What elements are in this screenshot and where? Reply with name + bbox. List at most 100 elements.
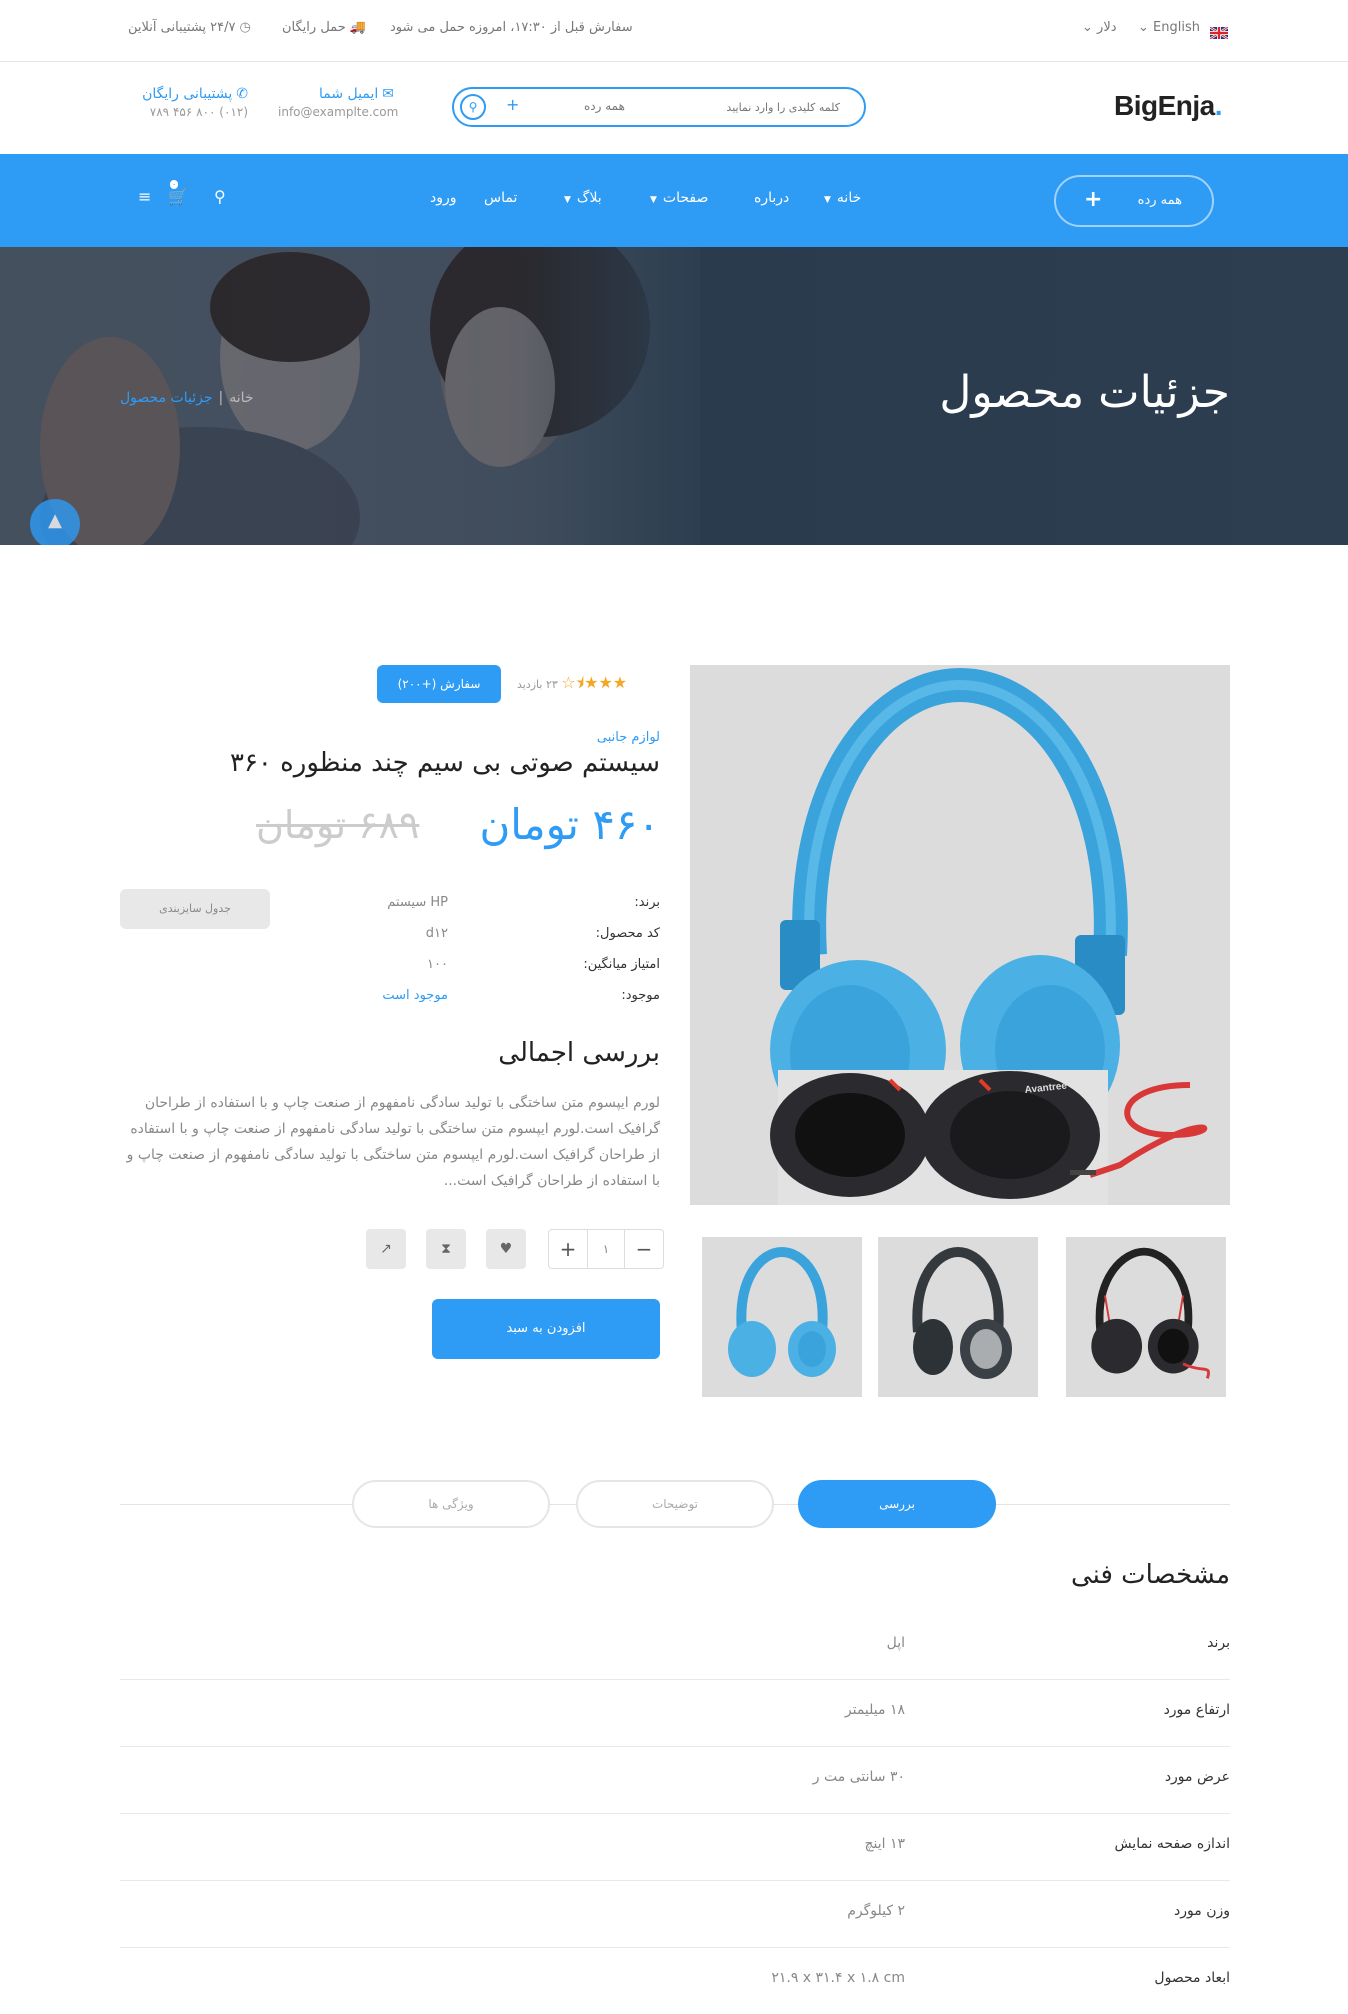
currency-label: دلار (1097, 20, 1117, 35)
nav-item-contact[interactable]: تماس (484, 190, 517, 206)
minus-icon[interactable]: − (625, 1230, 663, 1268)
quantity-value[interactable]: ۱ (587, 1230, 625, 1268)
nav-item-about[interactable]: درباره (754, 190, 789, 206)
spec-label-code: کد محصول: (595, 926, 660, 941)
thumbnail-black-red[interactable] (1066, 1237, 1226, 1397)
wishlist-button[interactable]: ♥ (486, 1229, 526, 1269)
spec-key: اندازه صفحه نمایش (1114, 1836, 1230, 1852)
spec-key: عرض مورد (1164, 1769, 1230, 1785)
language-label: English (1153, 20, 1200, 35)
nav-label: بلاگ (576, 190, 602, 206)
nav-item-login[interactable]: ورود (430, 190, 457, 206)
truck-icon: 🚚 (349, 20, 366, 35)
spec-value: ۱۸ میلیمتر (844, 1702, 905, 1718)
share-button[interactable]: ↗ (366, 1229, 406, 1269)
logo-dot: . (1214, 90, 1223, 121)
spec-value-code: d۱۲ (425, 926, 448, 941)
nav-item-pages[interactable]: ▼ صفحات (650, 190, 708, 206)
spec-label-rating: امتیاز میانگین: (583, 957, 660, 972)
search-input[interactable] (690, 95, 840, 119)
search-button[interactable]: ⚲ (460, 94, 486, 120)
table-row: وزن مورد ۲ کیلوگرم (120, 1881, 1230, 1948)
overview-title: بررسی اجمالی (498, 1038, 660, 1068)
rocket-icon[interactable]: ▲ (30, 499, 80, 545)
nav-label: درباره (754, 190, 790, 206)
chevron-down-icon: ⌄ (1138, 20, 1149, 35)
breadcrumb-current: جزئیات محصول (120, 390, 213, 406)
spec-value-brand: HP سیستم (387, 895, 448, 910)
uk-flag-icon[interactable] (1209, 24, 1229, 40)
search-icon[interactable]: ⚲ (214, 187, 226, 206)
spec-label-brand: برند: (634, 895, 660, 910)
clock-icon: ◷ (239, 20, 251, 35)
table-row: ابعاد محصول ۲۱.۹ x ۳۱.۴ x ۱.۸ cm (120, 1948, 1230, 2014)
search-category-select[interactable]: همه رده (584, 99, 625, 113)
order-count-badge[interactable]: سفارش (+۲۰۰) (377, 665, 501, 703)
table-row: عرض مورد ۳۰ سانتی مت ر (120, 1747, 1230, 1814)
phone-title: پشتیبانی رایگان (142, 86, 233, 102)
phone-value[interactable]: (۰۱۲) ۸۰۰ ۴۵۶ ۷۸۹ (118, 105, 248, 119)
overview-text: لورم ایپسوم متن ساختگی با تولید سادگی نا… (126, 1095, 660, 1189)
chevron-down-icon: ▼ (564, 195, 571, 205)
tab-features[interactable]: ویژگی ها (352, 1480, 550, 1528)
quantity-stepper: + ۱ − (548, 1229, 664, 1269)
breadcrumb-home[interactable]: خانه (229, 390, 253, 406)
all-categories-button[interactable]: همه رده + (1054, 175, 1214, 227)
spec-value: ۳۰ سانتی مت ر (812, 1769, 905, 1785)
page-hero: جزئیات محصول خانه | جزئیات محصول ▲ (0, 247, 1348, 545)
spec-key: ابعاد محصول (1154, 1970, 1230, 1986)
free-shipping-label: حمل رایگان (282, 20, 346, 35)
currency-selector[interactable]: ⌄ دلار (1082, 20, 1117, 35)
search-bar: ⚲ + همه رده (452, 87, 866, 127)
nav-item-home[interactable]: ▼ خانه (824, 190, 861, 206)
page-title: جزئیات محصول (939, 367, 1230, 418)
top-bar: ⌄ English ⌄ دلار سفارش قبل از ۱۷:۳۰، امر… (0, 0, 1348, 62)
menu-icon[interactable]: ≡ (138, 187, 151, 206)
free-shipping: 🚚حمل رایگان (282, 20, 366, 35)
cart-icon[interactable]: 🛒 (168, 187, 188, 206)
main-nav: همه رده + ▼ خانه درباره ▼ صفحات ▼ بلاگ تماس… (0, 154, 1348, 247)
product-main-image[interactable]: Avantree (690, 665, 1230, 1205)
spec-label-stock: موجود: (621, 988, 660, 1003)
phone-info: ✆پشتیبانی رایگان (۰۱۲) ۸۰۰ ۴۵۶ ۷۸۹ (118, 86, 248, 119)
spec-value: ۱۳ اینچ (864, 1836, 905, 1852)
plus-icon[interactable]: + (549, 1230, 587, 1268)
support-label: ۲۴/۷ پشتیبانی آنلاین (128, 20, 236, 35)
nav-label: ورود (430, 190, 457, 206)
product-category-link[interactable]: لوازم جانبی (597, 730, 660, 745)
table-row: برند اپل (120, 1613, 1230, 1680)
nav-label: تماس (484, 190, 518, 206)
size-chart-button[interactable]: جدول سایزبندی (120, 889, 270, 929)
compare-button[interactable]: ⧗ (426, 1229, 466, 1269)
add-to-cart-button[interactable]: افزودن به سبد (432, 1299, 660, 1359)
nav-label: صفحات (662, 190, 709, 206)
tech-specs-title: مشخصات فنی (1070, 1560, 1230, 1590)
table-row: اندازه صفحه نمایش ۱۳ اینچ (120, 1814, 1230, 1881)
price-current: ۴۶۰ تومان (479, 800, 660, 849)
spec-value-rating: ۱۰۰ (427, 957, 448, 972)
spec-value: اپل (886, 1635, 905, 1651)
support-info: ◷۲۴/۷ پشتیبانی آنلاین (128, 20, 251, 35)
chevron-down-icon: ⌄ (1082, 20, 1093, 35)
product-title: سیستم صوتی بی سیم چند منظوره ۳۶۰ (229, 748, 660, 778)
logo[interactable]: BigEnja. (1114, 90, 1223, 122)
tab-review[interactable]: بررسی (798, 1480, 996, 1528)
order-notice: سفارش قبل از ۱۷:۳۰، امروزه حمل می شود (390, 20, 633, 35)
tab-description[interactable]: توضیحات (576, 1480, 774, 1528)
thumbnail-dark-gray[interactable] (878, 1237, 1038, 1397)
phone-icon: ✆ (236, 86, 248, 102)
nav-item-blog[interactable]: ▼ بلاگ (564, 190, 602, 206)
spec-value-stock: موجود است (382, 988, 448, 1003)
search-icon: ⚲ (468, 100, 478, 114)
email-value[interactable]: info@examplte.com (278, 105, 398, 119)
spec-value: ۲۱.۹ x ۳۱.۴ x ۱.۸ cm (771, 1970, 905, 1986)
share-icon: ↗ (380, 1241, 392, 1257)
thumbnail-blue[interactable] (702, 1237, 862, 1397)
search-plus-icon[interactable]: + (506, 95, 519, 114)
table-row: ارتفاع مورد ۱۸ میلیمتر (120, 1680, 1230, 1747)
chevron-down-icon: ▼ (824, 195, 831, 205)
language-selector[interactable]: ⌄ English (1138, 20, 1200, 35)
spec-key: برند (1207, 1635, 1230, 1651)
nav-label: خانه (836, 190, 862, 206)
all-categories-label: همه رده (1137, 193, 1182, 208)
